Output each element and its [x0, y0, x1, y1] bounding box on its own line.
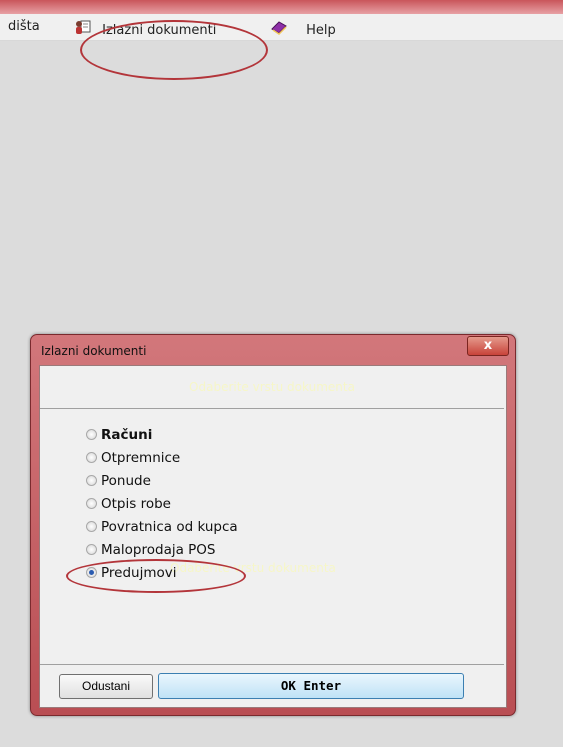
dialog-izlazni-dokumenti: Izlazni dokumenti x Odaberite vrstu doku…: [30, 334, 516, 716]
ok-button[interactable]: OK Enter: [158, 673, 464, 699]
radio-button[interactable]: [86, 521, 97, 532]
annotation-ellipse: [66, 559, 246, 593]
option-label: Povratnica od kupca: [101, 519, 238, 535]
dialog-title: Izlazni dokumenti: [41, 344, 147, 358]
dialog-header-panel: Odaberite vrstu dokumenta: [40, 366, 504, 409]
radio-button[interactable]: [86, 544, 97, 555]
option-ponude[interactable]: Ponude: [86, 470, 238, 493]
option-label: Maloprodaja POS: [101, 542, 216, 558]
footer-divider: [40, 664, 504, 665]
dialog-header-text: Odaberite vrstu dokumenta: [189, 380, 355, 394]
radio-button[interactable]: [86, 475, 97, 486]
dialog-body: Odaberite vrstu dokumenta Odaberite vrst…: [39, 365, 507, 708]
cancel-button[interactable]: Odustani: [59, 674, 153, 699]
menu-item-partial[interactable]: dišta: [8, 18, 40, 36]
annotation-ellipse: [80, 20, 268, 80]
option-racuni[interactable]: Računi: [86, 424, 238, 447]
radio-button[interactable]: [86, 498, 97, 509]
help-book-icon: [270, 18, 288, 42]
option-povratnica-od-kupca[interactable]: Povratnica od kupca: [86, 516, 238, 539]
radio-button[interactable]: [86, 429, 97, 440]
option-label: Otpremnice: [101, 450, 181, 466]
menu-item-label: dišta: [8, 19, 40, 34]
option-label: Otpis robe: [101, 496, 171, 512]
menu-item-label: Help: [306, 22, 336, 38]
window-top-strip: [0, 0, 563, 14]
menu-item-help[interactable]: Help: [270, 18, 336, 38]
option-otpis-robe[interactable]: Otpis robe: [86, 493, 238, 516]
option-label: Ponude: [101, 473, 151, 489]
option-otpremnice[interactable]: Otpremnice: [86, 447, 238, 470]
option-label: Računi: [101, 427, 153, 443]
close-icon: x: [483, 338, 493, 353]
close-button[interactable]: x: [467, 336, 509, 356]
menubar: dišta Izlazni dokumenti Help: [0, 14, 563, 80]
radio-button[interactable]: [86, 452, 97, 463]
